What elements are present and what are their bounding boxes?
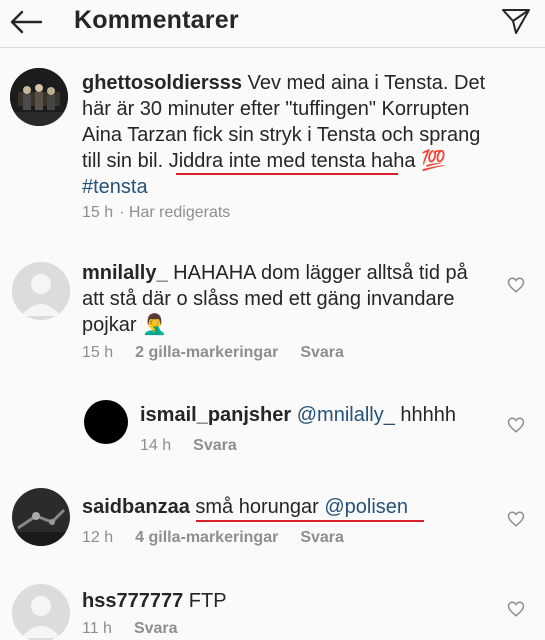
timestamp: 11 h [82, 620, 112, 637]
avatar[interactable] [12, 488, 70, 546]
likes-count[interactable]: 2 gilla-markeringar [135, 344, 278, 362]
comment-meta: 15 h 2 gilla-markeringar Svara [82, 344, 344, 362]
avatar[interactable] [12, 262, 70, 320]
comment-text: ismail_panjsher @mnilally_ hhhhh [140, 404, 457, 426]
username[interactable]: hss777777 [82, 590, 183, 612]
comment-item: hss777777 FTP 11 h Svara [0, 574, 545, 640]
heart-icon[interactable] [507, 600, 525, 618]
comment-text: hss777777 FTP [82, 590, 227, 612]
avatar[interactable] [84, 400, 128, 444]
mention-link[interactable]: @mnilally_ [297, 404, 395, 426]
caption-comment: ghettosoldiersss Vev med aina i Tensta. … [0, 48, 545, 238]
avatar[interactable] [10, 68, 68, 126]
facepalm-emoji: 🤦‍♂️ [142, 314, 167, 336]
edited-label: · Har redigerats [119, 204, 231, 221]
caption-meta: 15 h · Har redigerats [82, 204, 230, 222]
avatar[interactable] [12, 584, 70, 640]
highlighted-text: Jiddra inte med tensta haha [168, 150, 416, 172]
underline-mark [176, 173, 398, 175]
likes-count[interactable]: 4 gilla-markeringar [135, 529, 278, 547]
mention-link[interactable]: @polisen [324, 496, 408, 518]
back-arrow-icon[interactable] [6, 4, 46, 40]
username[interactable]: saidbanzaa [82, 496, 190, 518]
reply-button[interactable]: Svara [300, 529, 344, 547]
reply-button[interactable]: Svara [193, 437, 237, 455]
username[interactable]: ghettosoldiersss [82, 72, 242, 94]
comment-meta: 11 h Svara [82, 620, 178, 638]
heart-icon[interactable] [507, 416, 525, 434]
reply-button[interactable]: Svara [300, 344, 344, 362]
username[interactable]: mnilally_ [82, 262, 168, 284]
comment-text: saidbanzaa små horungar @polisen [82, 496, 409, 518]
hashtag-link[interactable]: #tensta [82, 176, 148, 198]
caption-text: ghettosoldiersss Vev med aina i Tensta. … [82, 72, 486, 198]
reply-button[interactable]: Svara [134, 620, 178, 638]
timestamp: 14 h [140, 437, 172, 454]
comment-item: mnilally_ HAHAHA dom lägger alltså tid p… [0, 250, 545, 370]
heart-icon[interactable] [507, 276, 525, 294]
comment-item: saidbanzaa små horungar @polisen 12 h 4 … [0, 480, 545, 570]
comment-meta: 14 h Svara [140, 437, 237, 455]
timestamp: 15 h [82, 204, 114, 221]
timestamp: 12 h [82, 529, 114, 546]
timestamp: 15 h [82, 344, 114, 361]
header-bar: Kommentarer [0, 0, 545, 48]
page-title: Kommentarer [74, 6, 239, 34]
direct-message-icon[interactable] [499, 4, 533, 38]
comment-text: mnilally_ HAHAHA dom lägger alltså tid p… [82, 262, 468, 336]
username[interactable]: ismail_panjsher [140, 404, 291, 426]
heart-icon[interactable] [507, 510, 525, 528]
underline-mark [196, 520, 424, 522]
comment-meta: 12 h 4 gilla-markeringar Svara [82, 529, 344, 547]
reply-item: ismail_panjsher @mnilally_ hhhhh 14 h Sv… [0, 390, 545, 470]
hundred-points-emoji: 💯 [421, 150, 446, 172]
